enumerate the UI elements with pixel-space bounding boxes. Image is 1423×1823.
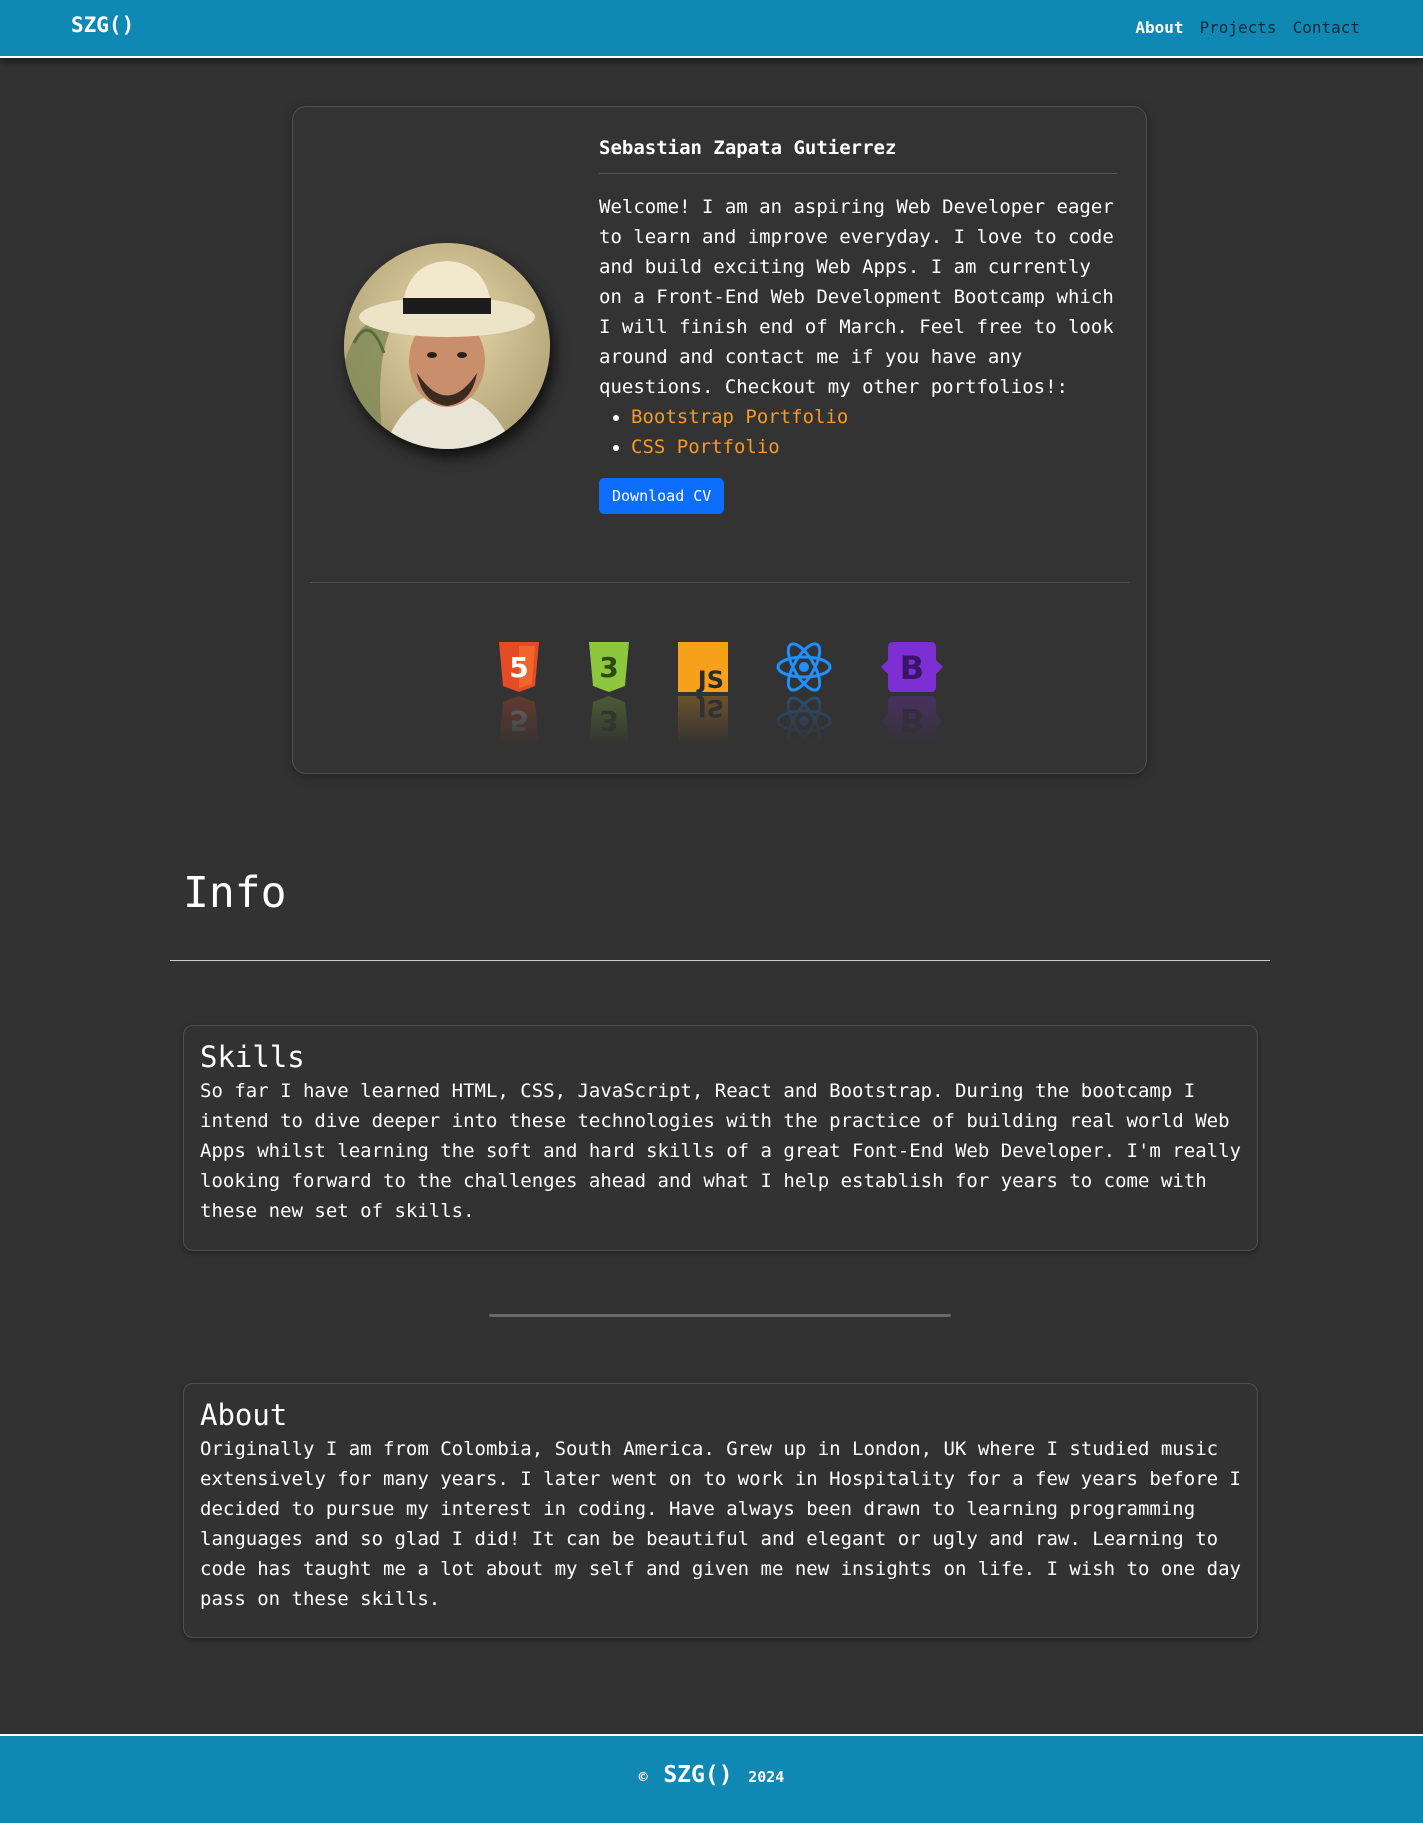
portfolio-list: Bootstrap Portfolio CSS Portfolio: [599, 402, 1117, 462]
about-card: About Originally I am from Colombia, Sou…: [183, 1383, 1258, 1638]
nav-links: About Projects Contact: [1135, 18, 1360, 37]
svg-text:5: 5: [509, 651, 528, 684]
list-item: CSS Portfolio: [631, 432, 1117, 462]
footer-year: 2024: [748, 1768, 785, 1786]
section-divider: [489, 1314, 951, 1317]
skills-card: Skills So far I have learned HTML, CSS, …: [183, 1025, 1258, 1251]
svg-text:3: 3: [599, 704, 618, 737]
info-divider: [170, 960, 1270, 961]
nav-link-about[interactable]: About: [1135, 18, 1183, 37]
skills-title: Skills: [200, 1040, 305, 1074]
copyright-symbol: ©: [638, 1768, 648, 1786]
list-item: Bootstrap Portfolio: [631, 402, 1117, 432]
profile-name: Sebastian Zapata Gutierrez: [599, 137, 1117, 174]
footer: © SZG() 2024: [0, 1734, 1423, 1823]
about-title: About: [200, 1398, 288, 1432]
footer-content: © SZG() 2024: [0, 1762, 1423, 1788]
tech-icons-row: 5 5 3 3 JS JS B B: [293, 642, 1146, 752]
download-cv-button[interactable]: Download CV: [599, 478, 725, 514]
svg-text:B: B: [900, 701, 924, 739]
bootstrap-icon: B B: [881, 642, 943, 746]
bootstrap-portfolio-link[interactable]: Bootstrap Portfolio: [631, 406, 848, 428]
nav-link-contact[interactable]: Contact: [1293, 18, 1360, 37]
brand-logo[interactable]: SZG(): [71, 13, 134, 37]
css3-icon: 3 3: [587, 642, 631, 746]
html5-icon: 5 5: [497, 642, 541, 746]
skills-text: So far I have learned HTML, CSS, JavaScr…: [200, 1080, 1241, 1222]
svg-text:JS: JS: [696, 666, 724, 692]
profile-text: Sebastian Zapata Gutierrez Welcome! I am…: [599, 137, 1117, 514]
javascript-icon: JS JS: [678, 642, 728, 746]
svg-text:5: 5: [509, 704, 528, 737]
info-title: Info: [183, 868, 287, 918]
footer-brand: SZG(): [663, 1762, 733, 1788]
about-text: Originally I am from Colombia, South Ame…: [200, 1438, 1241, 1610]
svg-text:3: 3: [599, 651, 618, 684]
svg-text:JS: JS: [696, 696, 724, 722]
profile-bio: Welcome! I am an aspiring Web Developer …: [599, 196, 1114, 398]
react-icon: [775, 642, 833, 746]
navbar: SZG() About Projects Contact: [0, 0, 1423, 58]
svg-text:B: B: [900, 649, 924, 687]
css-portfolio-link[interactable]: CSS Portfolio: [631, 436, 780, 458]
profile-card: Sebastian Zapata Gutierrez Welcome! I am…: [292, 106, 1147, 774]
avatar: [344, 243, 550, 449]
nav-link-projects[interactable]: Projects: [1200, 18, 1277, 37]
card-divider: [310, 582, 1129, 583]
